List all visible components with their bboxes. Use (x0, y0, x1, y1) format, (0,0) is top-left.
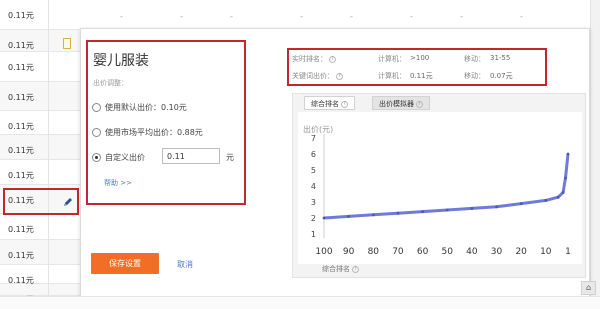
help-icon[interactable]: ? (352, 265, 359, 273)
x-tick-label: 1 (565, 247, 571, 257)
data-point (421, 210, 424, 213)
keyword-title: 婴儿服装 (93, 53, 149, 69)
tab-bid-simulator[interactable]: 出价模拟器? (372, 96, 430, 110)
data-point (371, 213, 375, 217)
pencil-icon[interactable] (62, 196, 74, 208)
data-point (347, 215, 351, 218)
empty-cell-dash: - (180, 12, 183, 21)
data-point (544, 199, 548, 202)
empty-cell-dash: - (230, 12, 233, 21)
bid-price-cell[interactable]: 0.11元 (8, 170, 34, 181)
x-tick-label: 30 (491, 247, 503, 257)
data-point (470, 207, 474, 210)
cancel-link[interactable]: 取消 (177, 259, 193, 270)
radio-label: 使用默认出价：0.10元 (105, 103, 187, 112)
realtime-rank-label: 实时排名：? (292, 54, 336, 64)
radio-button[interactable] (92, 153, 101, 162)
data-point (561, 191, 565, 194)
bid-price-cell[interactable]: 0.11元 (8, 145, 34, 156)
help-icon[interactable]: ? (336, 72, 343, 80)
y-tick-label: 7 (311, 134, 316, 143)
bid-price-cell[interactable]: 0.11元 (8, 10, 34, 21)
y-tick-label: 5 (311, 166, 316, 175)
save-button[interactable]: 保存设置 (91, 253, 159, 274)
bid-price-cell[interactable]: 0.11元 (8, 121, 34, 132)
x-tick-label: 70 (392, 247, 404, 257)
table-column-divider (48, 0, 49, 309)
y-tick-label: 6 (311, 150, 316, 159)
help-link[interactable]: 帮助 >> (104, 178, 132, 188)
mobile-label: 移动： (464, 72, 485, 80)
empty-cell-dash: - (120, 12, 123, 21)
data-point (564, 176, 567, 180)
computer-bid-value: 0.11元 (410, 72, 433, 80)
y-tick-label: 2 (311, 214, 316, 223)
data-point (566, 152, 570, 156)
scrollbar[interactable] (590, 0, 600, 309)
bid-rank-chart: 1 2 3 4 5 6 7 100 90 80 70 60 50 40 30 20 10 1 (311, 134, 571, 257)
data-point (556, 195, 560, 199)
x-tick-label: 20 (515, 247, 527, 257)
y-tick-label: 4 (311, 182, 316, 191)
data-point (396, 211, 400, 215)
x-tick-label: 50 (442, 247, 454, 257)
radio-label: 自定义出价 (105, 153, 145, 162)
keyword-bid-label: 关键词出价：? (292, 71, 343, 81)
bid-price-cell[interactable]: 0.11元 (8, 92, 34, 103)
computer-label: 计算机： (378, 72, 406, 80)
custom-bid-input[interactable]: 0.11 (162, 148, 220, 164)
bid-curve-line (323, 153, 570, 220)
tab-overall-rank[interactable]: 综合排名? (304, 96, 355, 110)
note-icon[interactable] (63, 38, 71, 49)
empty-cell-dash: - (300, 12, 303, 21)
data-point (445, 208, 449, 212)
radio-label: 使用市场平均出价：0.88元 (105, 128, 203, 137)
bid-price-cell[interactable]: 0.11元 (8, 40, 34, 51)
bid-price-cell[interactable]: 0.11元 (8, 250, 34, 261)
x-tick-label: 80 (368, 247, 380, 257)
y-tick-label: 1 (311, 230, 316, 239)
help-icon[interactable]: ? (329, 55, 336, 63)
x-tick-label: 100 (315, 247, 332, 257)
x-tick-label: 40 (466, 247, 478, 257)
radio-custom-bid[interactable]: 自定义出价 (92, 152, 145, 163)
data-point (495, 205, 498, 209)
x-tick-label: 10 (540, 247, 552, 257)
y-tick-label: 3 (311, 198, 316, 207)
radio-button[interactable] (92, 128, 101, 137)
x-tick-label: 90 (343, 247, 355, 257)
table-footer-row (0, 296, 600, 309)
computer-label: 计算机： (378, 55, 406, 63)
data-point (519, 202, 523, 205)
bid-price-cell[interactable]: 0.11元 (8, 62, 34, 73)
mobile-label: 移动： (464, 55, 485, 63)
help-icon[interactable]: ? (416, 100, 423, 108)
empty-cell-dash: - (350, 12, 353, 21)
empty-cell-dash: - (410, 12, 413, 21)
mobile-rank-value: 31-55 (490, 54, 511, 62)
mobile-bid-value: 0.07元 (490, 72, 513, 80)
data-point (322, 216, 326, 220)
bid-price-cell[interactable]: 0.11元 (8, 224, 34, 235)
bid-unit-label: 元 (226, 153, 234, 162)
radio-market-avg-bid[interactable]: 使用市场平均出价：0.88元 (92, 127, 203, 138)
help-icon[interactable]: ? (341, 100, 348, 108)
x-axis-title: 综合排名? (322, 264, 359, 274)
empty-cell-dash: - (520, 12, 523, 21)
radio-button[interactable] (92, 103, 101, 112)
computer-rank-value: >100 (410, 54, 430, 62)
radio-default-bid[interactable]: 使用默认出价：0.10元 (92, 102, 187, 113)
x-tick-label: 60 (417, 247, 429, 257)
empty-cell-dash: - (460, 12, 463, 21)
corner-icon[interactable]: ⌂ (581, 281, 596, 295)
bid-section-label: 出价调整： (93, 79, 128, 87)
